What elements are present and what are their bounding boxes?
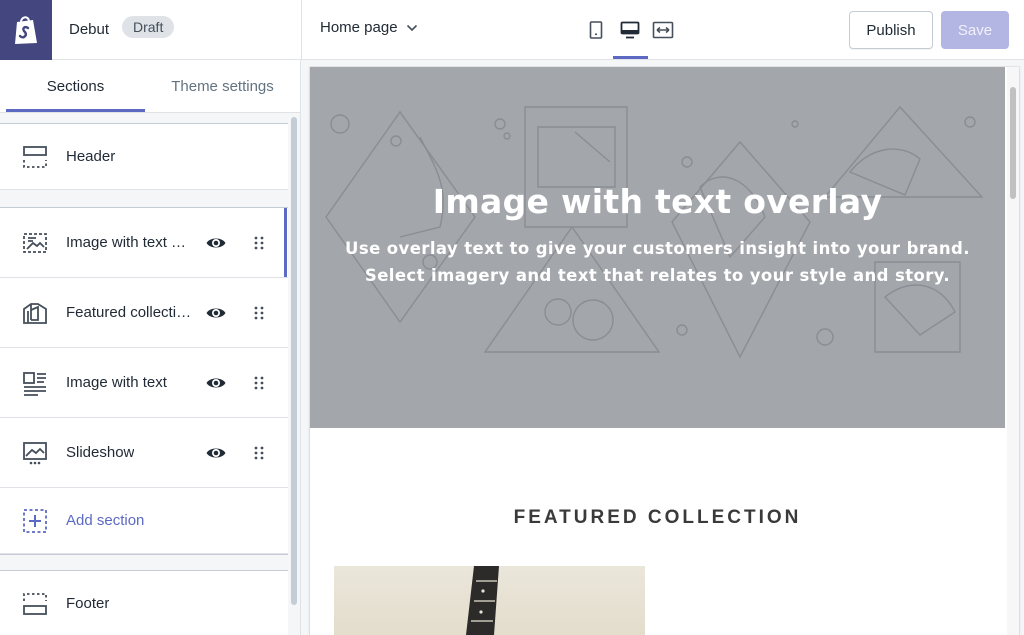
drag-handle-icon[interactable]: [253, 445, 265, 461]
sidebar-item-label: Footer: [66, 595, 110, 612]
shopify-logo[interactable]: [0, 0, 52, 60]
divider: [301, 0, 302, 60]
sidebar-item-label: Slideshow: [66, 444, 135, 461]
mobile-view-button[interactable]: [583, 16, 609, 44]
status-badge: Draft: [122, 16, 175, 38]
header-icon: [23, 146, 47, 168]
slideshow-icon: [23, 442, 47, 465]
sidebar-item-label: Featured collection: [66, 304, 192, 321]
mobile-icon: [589, 21, 603, 39]
eye-icon[interactable]: [205, 442, 227, 464]
hero-subtitle: Use overlay text to give your customers …: [345, 239, 970, 285]
sidebar-item-image-overlay[interactable]: Image with text overlay: [0, 208, 288, 278]
shopify-bag-icon: [15, 16, 37, 44]
active-section-indicator: [284, 208, 287, 277]
eye-icon[interactable]: [205, 372, 227, 394]
sidebar-scrollbar[interactable]: [289, 117, 299, 635]
add-section-icon: [23, 509, 47, 533]
sidebar-tabs: Sections Theme settings: [0, 60, 300, 113]
store-preview: Image with text overlay Use overlay text…: [310, 67, 1019, 635]
desktop-icon: [620, 21, 640, 39]
preview-scrollbar[interactable]: [1007, 67, 1019, 635]
sidebar-item-label: Image with text overlay: [66, 234, 192, 251]
tab-sections[interactable]: Sections: [6, 60, 145, 113]
hero-title: Image with text overlay: [432, 182, 883, 221]
featured-collection-title: FEATURED COLLECTION: [513, 507, 802, 528]
sections-sidebar: Sections Theme settings Header Image wit…: [0, 60, 301, 635]
image-overlay-icon: [23, 233, 47, 253]
view-active-indicator: [613, 56, 648, 59]
sidebar-item-footer[interactable]: Footer: [0, 571, 288, 635]
page-selector[interactable]: Home page: [320, 19, 418, 36]
theme-name: Debut: [69, 21, 110, 38]
preview-area: Image with text overlay Use overlay text…: [302, 60, 1024, 635]
sidebar-item-header[interactable]: Header: [0, 124, 288, 190]
fullscreen-icon: [652, 21, 674, 39]
sidebar-item-label: Image with text: [66, 374, 167, 391]
editor-topbar: Debut Draft Home page Publish Save: [0, 0, 1024, 60]
drag-handle-icon[interactable]: [253, 305, 265, 321]
save-button[interactable]: Save: [941, 11, 1009, 49]
desktop-view-button[interactable]: [617, 16, 643, 44]
scrollbar-thumb[interactable]: [1010, 87, 1016, 199]
divider: [0, 554, 288, 555]
fullscreen-view-button[interactable]: [650, 16, 676, 44]
text-image-icon: [23, 372, 46, 396]
hero-image-overlay[interactable]: Image with text overlay Use overlay text…: [310, 67, 1005, 428]
eye-icon[interactable]: [205, 302, 227, 324]
sidebar-item-slideshow[interactable]: Slideshow: [0, 418, 288, 488]
guitar-neck-image: [466, 566, 499, 635]
product-image[interactable]: [334, 566, 645, 635]
eye-icon[interactable]: [205, 232, 227, 254]
tab-active-indicator: [6, 109, 145, 112]
sidebar-item-label: Header: [66, 148, 116, 165]
add-section-label: Add section: [66, 512, 145, 529]
collection-icon: [23, 303, 47, 324]
sidebar-item-image-with-text[interactable]: Image with text: [0, 348, 288, 418]
add-section-button[interactable]: Add section: [0, 488, 288, 554]
publish-button[interactable]: Publish: [849, 11, 933, 49]
scrollbar-thumb[interactable]: [291, 117, 297, 605]
sidebar-item-featured-collection[interactable]: Featured collection: [0, 278, 288, 348]
page-selector-label: Home page: [320, 19, 398, 36]
footer-icon: [23, 593, 47, 615]
tab-theme-settings[interactable]: Theme settings: [150, 60, 295, 113]
drag-handle-icon[interactable]: [253, 235, 265, 251]
drag-handle-icon[interactable]: [253, 375, 265, 391]
chevron-down-icon: [406, 24, 417, 31]
